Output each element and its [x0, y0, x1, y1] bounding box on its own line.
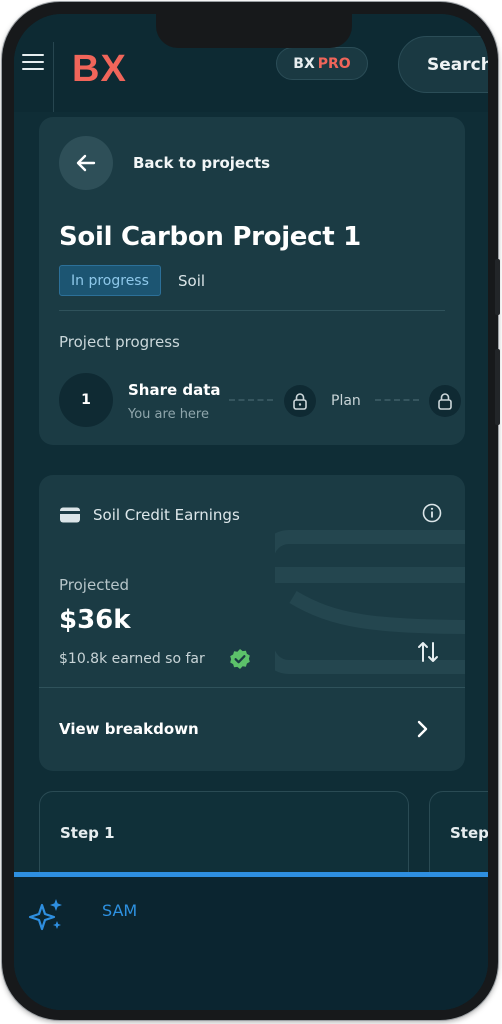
view-breakdown-row[interactable]: View breakdown: [39, 687, 465, 771]
plan-step-name: Plan: [331, 393, 361, 409]
info-icon[interactable]: [422, 503, 442, 523]
hamburger-icon[interactable]: [22, 54, 44, 72]
project-category: Soil: [178, 272, 206, 290]
lock-icon: [284, 385, 316, 417]
search-label: Search: [427, 54, 488, 75]
step-card-label: Step 1: [60, 824, 115, 842]
project-title: Soil Carbon Project 1: [59, 222, 361, 252]
power-button: [495, 349, 500, 425]
view-breakdown-label: View breakdown: [59, 720, 199, 738]
volume-button: [495, 259, 500, 315]
lock-icon: [429, 385, 461, 417]
step-card-label: Step: [450, 824, 488, 842]
pro-tier-label: PRO: [317, 55, 351, 72]
assistant-accent-line: [14, 872, 488, 877]
verified-check-icon: [230, 649, 250, 669]
projected-value: $36k: [59, 605, 131, 635]
bx-logo[interactable]: BX: [72, 50, 127, 88]
bx-pro-button[interactable]: BX PRO: [276, 47, 368, 80]
wallet-icon: [60, 507, 80, 523]
soil-credit-earnings-title: Soil Credit Earnings: [93, 506, 240, 524]
pro-brand-label: BX: [293, 55, 315, 72]
back-to-projects-link[interactable]: Back to projects: [133, 154, 270, 172]
chevron-right-icon: [417, 720, 428, 738]
status-badge: In progress: [59, 265, 161, 296]
sam-assistant-label[interactable]: SAM: [102, 901, 137, 920]
project-card: Back to projects Soil Carbon Project 1 I…: [39, 117, 465, 445]
notch: [156, 14, 352, 48]
arrow-left-icon: [76, 154, 96, 172]
screen: BX BX PRO Search Back to projects Soil C…: [14, 14, 488, 1010]
header-divider: [53, 42, 54, 112]
search-button[interactable]: Search: [398, 36, 488, 93]
step-connector: [375, 399, 419, 401]
current-step-name: Share data: [128, 381, 221, 399]
swap-vertical-icon[interactable]: [417, 639, 439, 665]
earnings-card: Soil Credit Earnings Projected $36k $10.…: [39, 475, 465, 771]
assistant-bar[interactable]: SAM: [14, 872, 488, 1010]
current-step-status: You are here: [128, 407, 209, 422]
project-progress-title: Project progress: [59, 333, 180, 351]
sparkle-icon: [28, 899, 62, 931]
phone-frame: BX BX PRO Search Back to projects Soil C…: [2, 2, 500, 1020]
step-number-circle: 1: [59, 373, 113, 427]
step-connector: [229, 399, 273, 401]
back-button[interactable]: [59, 136, 113, 190]
earned-so-far-label: $10.8k earned so far: [59, 651, 205, 667]
card-divider: [59, 310, 445, 311]
projected-label: Projected: [59, 576, 130, 594]
